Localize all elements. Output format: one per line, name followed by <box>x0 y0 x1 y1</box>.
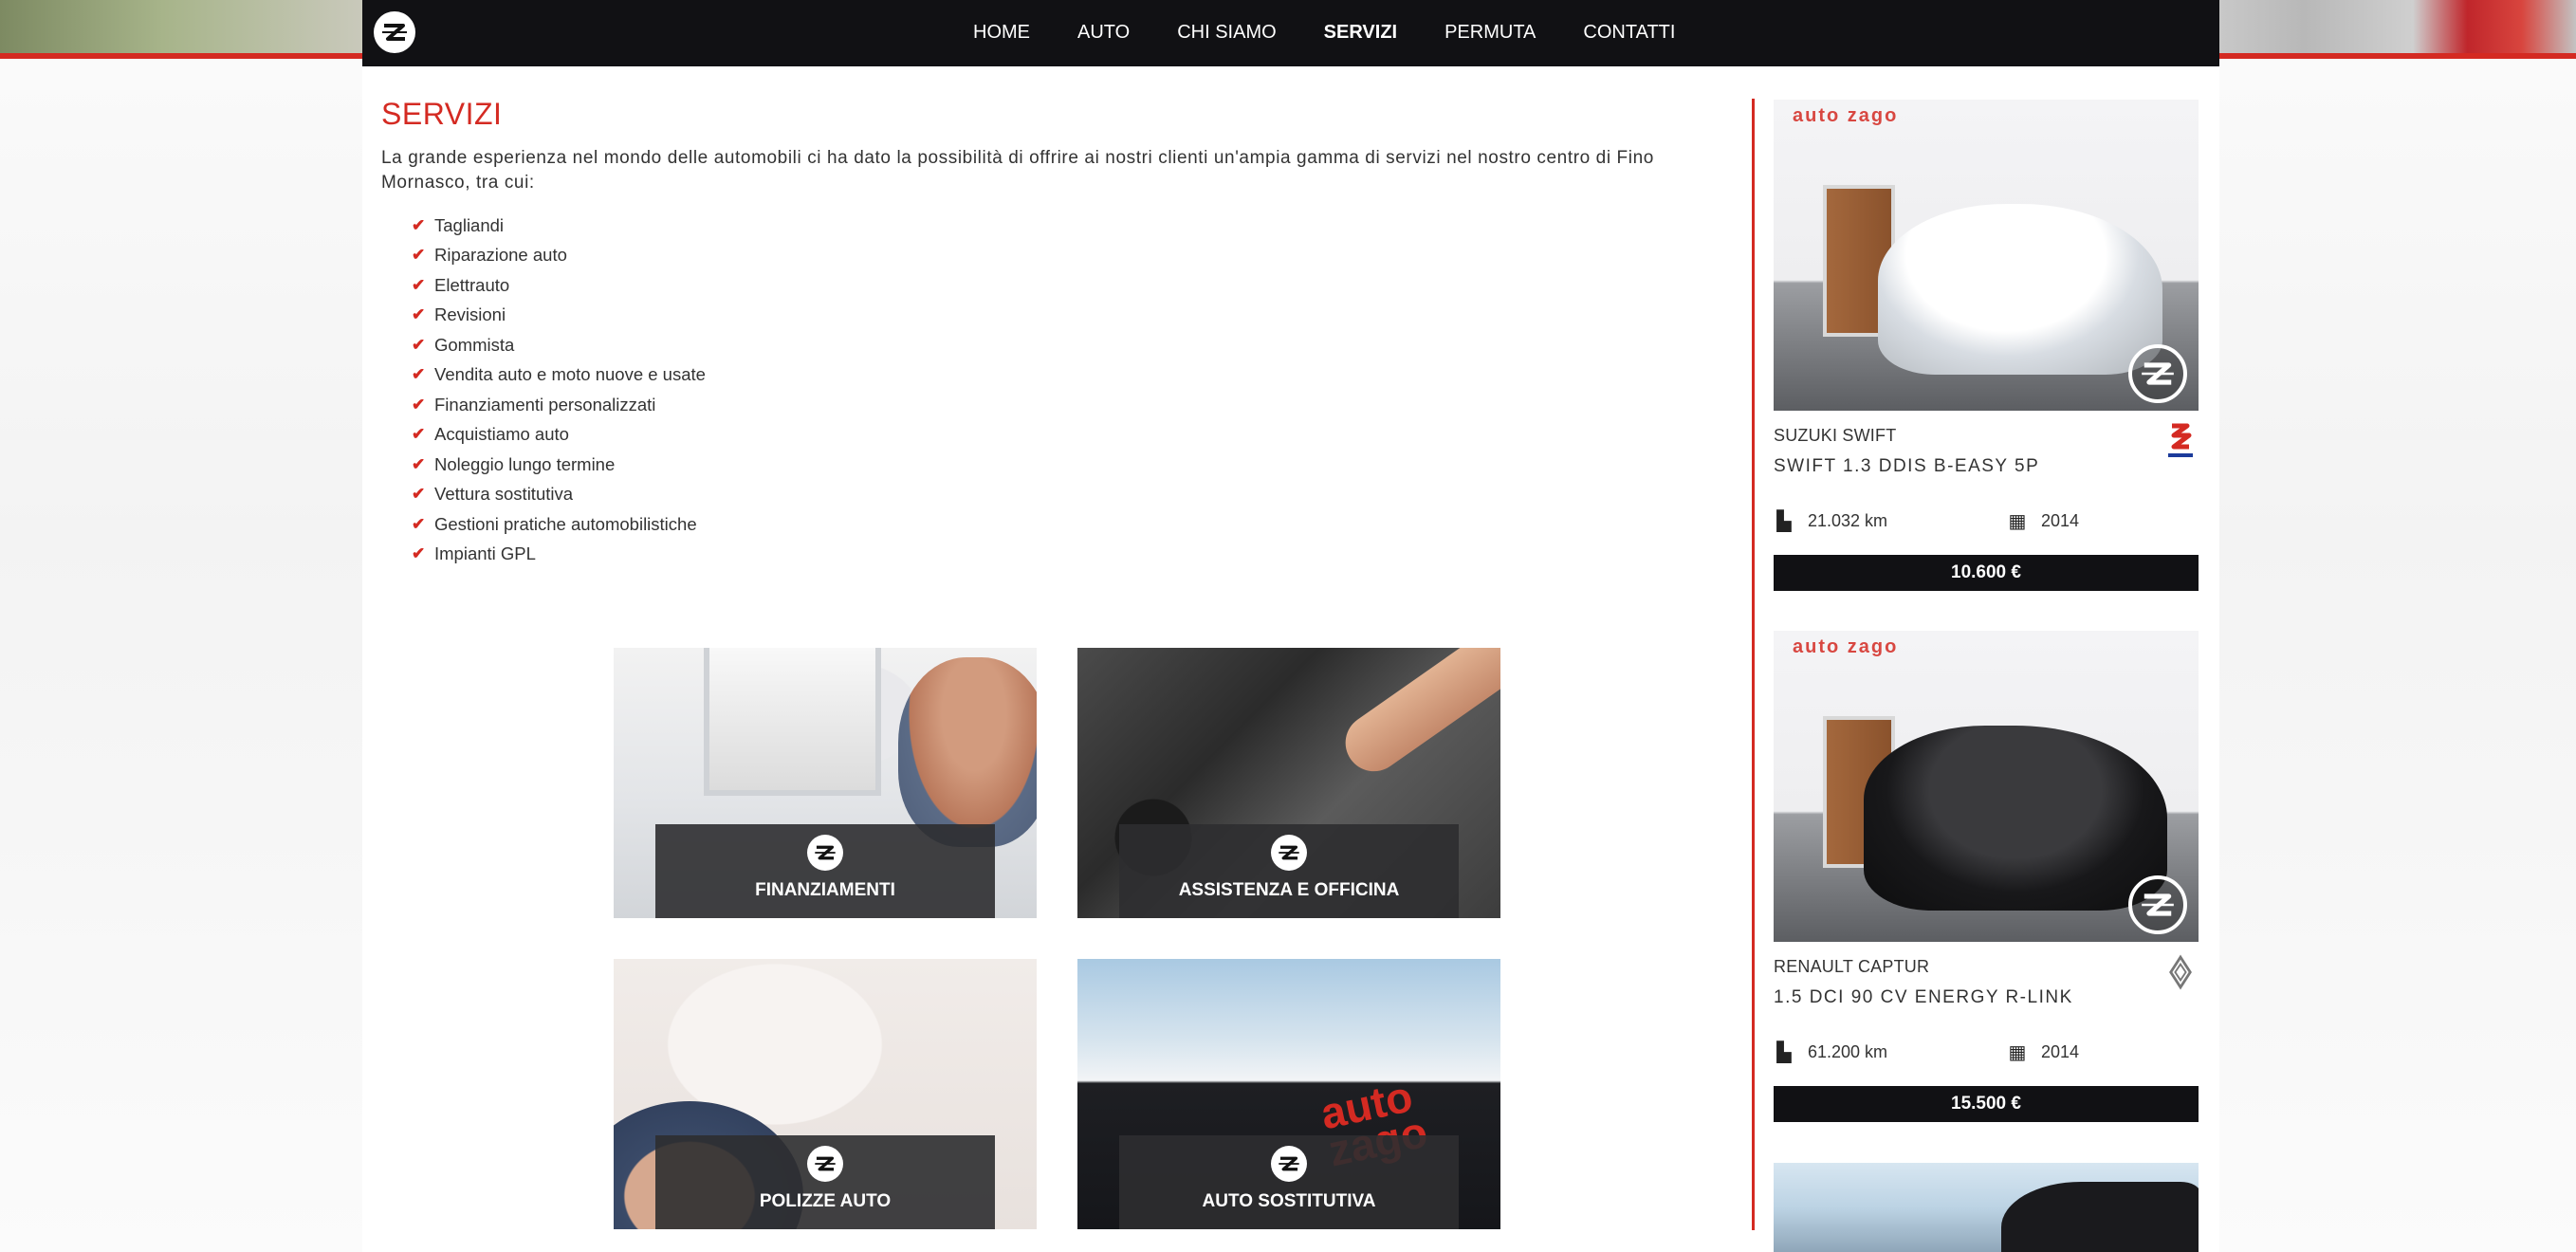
background-right <box>2214 0 2576 57</box>
checkmark-icon: ✔ <box>412 485 426 504</box>
car-image <box>1864 726 2167 911</box>
car-mileage: ▙ 21.032 km <box>1774 509 1887 533</box>
nav-auto[interactable]: AUTO <box>1054 22 1153 44</box>
car-mileage: ▙ 61.200 km <box>1774 1040 1887 1064</box>
car-photo[interactable]: auto zago <box>1774 631 2199 942</box>
checkmark-icon: ✔ <box>412 335 426 354</box>
list-item: ✔ Acquistiamo auto <box>412 424 569 445</box>
page-title: SERVIZI <box>381 97 503 131</box>
top-navbar: HOME AUTO CHI SIAMO SERVIZI PERMUTA CONT… <box>362 0 2219 66</box>
car-price[interactable]: 10.600 € <box>1774 555 2199 591</box>
calendar-icon: ▦ <box>2008 511 2027 532</box>
autozago-logo-icon <box>1271 1146 1307 1182</box>
checkmark-icon: ✔ <box>412 365 426 384</box>
tile-label: FINANZIAMENTI <box>755 880 895 900</box>
tile-assistenza-officina[interactable]: ASSISTENZA E OFFICINA <box>1077 648 1500 918</box>
list-item: ✔ Vendita auto e moto nuove e usate <box>412 364 706 385</box>
sidebar-divider <box>1752 99 1755 1230</box>
car-model[interactable]: SWIFT 1.3 DDIS B-EASY 5P <box>1774 456 2039 477</box>
tile-label: POLIZZE AUTO <box>759 1191 892 1211</box>
autozago-logo-icon[interactable] <box>374 11 415 53</box>
main-nav: HOME AUTO CHI SIAMO SERVIZI PERMUTA CONT… <box>949 0 1699 64</box>
tile-label: ASSISTENZA E OFFICINA <box>1178 880 1400 900</box>
autozago-logo-icon <box>1271 835 1307 871</box>
car-year: ▦ 2014 <box>2008 511 2080 532</box>
car-photo[interactable]: auto zago <box>1774 100 2199 411</box>
car-price[interactable]: 15.500 € <box>1774 1086 2199 1122</box>
checkmark-icon: ✔ <box>412 454 426 473</box>
list-item: ✔ Gommista <box>412 334 515 355</box>
road-icon: ▙ <box>1776 1042 1792 1063</box>
autozago-watermark-icon <box>2128 344 2187 403</box>
list-item: ✔ Gestioni pratiche automobilistiche <box>412 513 697 534</box>
car-model[interactable]: 1.5 DCI 90 CV ENERGY R-LINK <box>1774 987 2073 1008</box>
checkmark-icon: ✔ <box>412 425 426 444</box>
checkmark-icon: ✔ <box>412 305 426 324</box>
checkmark-icon: ✔ <box>412 395 426 414</box>
car-year: ▦ 2014 <box>2008 1042 2080 1063</box>
intro-text: La grande esperienza nel mondo delle aut… <box>381 148 1654 193</box>
autozago-logo-icon <box>807 835 843 871</box>
nav-home[interactable]: HOME <box>949 22 1054 44</box>
suzuki-logo-icon <box>2162 420 2199 462</box>
checkmark-icon: ✔ <box>412 514 426 533</box>
tile-auto-sostitutiva[interactable]: AUTO SOSTITUTIVA <box>1077 959 1500 1229</box>
list-item: ✔ Vettura sostitutiva <box>412 484 574 505</box>
tile-overlay: FINANZIAMENTI <box>655 824 995 918</box>
tile-overlay: AUTO SOSTITUTIVA <box>1119 1135 1459 1229</box>
services-list: ✔ Tagliandi ✔ Riparazione auto ✔ Elettrauto… <box>412 211 706 569</box>
car-image <box>1878 204 2162 375</box>
autozago-logo-icon <box>807 1146 843 1182</box>
car-card[interactable]: auto zago SUZUKI SWIFT SWIFT 1.3 DDIS B-… <box>1774 100 2199 591</box>
tile-label: AUTO SOSTITUTIVA <box>1202 1191 1376 1211</box>
checkmark-icon: ✔ <box>412 544 426 563</box>
checkmark-icon: ✔ <box>412 275 426 294</box>
list-item: ✔ Revisioni <box>412 304 506 325</box>
car-card-partial[interactable] <box>1774 1163 2199 1252</box>
tile-finanziamenti[interactable]: FINANZIAMENTI <box>614 648 1037 918</box>
renault-logo-icon <box>2162 951 2199 993</box>
list-item: ✔ Impianti GPL <box>412 543 536 564</box>
page-container: HOME AUTO CHI SIAMO SERVIZI PERMUTA CONT… <box>362 0 2219 1252</box>
nav-contatti[interactable]: CONTATTI <box>1559 22 1699 44</box>
wall-branding: auto zago <box>1793 636 1899 657</box>
tile-polizze-auto[interactable]: POLIZZE AUTO <box>614 959 1037 1229</box>
car-make: SUZUKI SWIFT <box>1774 426 1897 445</box>
car-card[interactable]: auto zago RENAULT CAPTUR 1.5 DCI 90 CV E… <box>1774 631 2199 1122</box>
car-make: RENAULT CAPTUR <box>1774 957 1930 976</box>
list-item: ✔ Noleggio lungo termine <box>412 453 616 474</box>
tile-overlay: ASSISTENZA E OFFICINA <box>1119 824 1459 918</box>
list-item: ✔ Tagliandi <box>412 214 505 235</box>
checkmark-icon: ✔ <box>412 215 426 234</box>
nav-permuta[interactable]: PERMUTA <box>1421 22 1559 44</box>
calendar-icon: ▦ <box>2008 1042 2027 1063</box>
road-icon: ▙ <box>1776 511 1792 532</box>
nav-chi-siamo[interactable]: CHI SIAMO <box>1153 22 1299 44</box>
autozago-watermark-icon <box>2128 875 2187 934</box>
background-left <box>0 0 362 57</box>
list-item: ✔ Riparazione auto <box>412 245 567 266</box>
list-item: ✔ Finanziamenti personalizzati <box>412 394 656 414</box>
list-item: ✔ Elettrauto <box>412 274 510 295</box>
wall-branding: auto zago <box>1793 105 1899 126</box>
checkmark-icon: ✔ <box>412 246 426 265</box>
nav-servizi[interactable]: SERVIZI <box>1300 22 1421 44</box>
tile-overlay: POLIZZE AUTO <box>655 1135 995 1229</box>
